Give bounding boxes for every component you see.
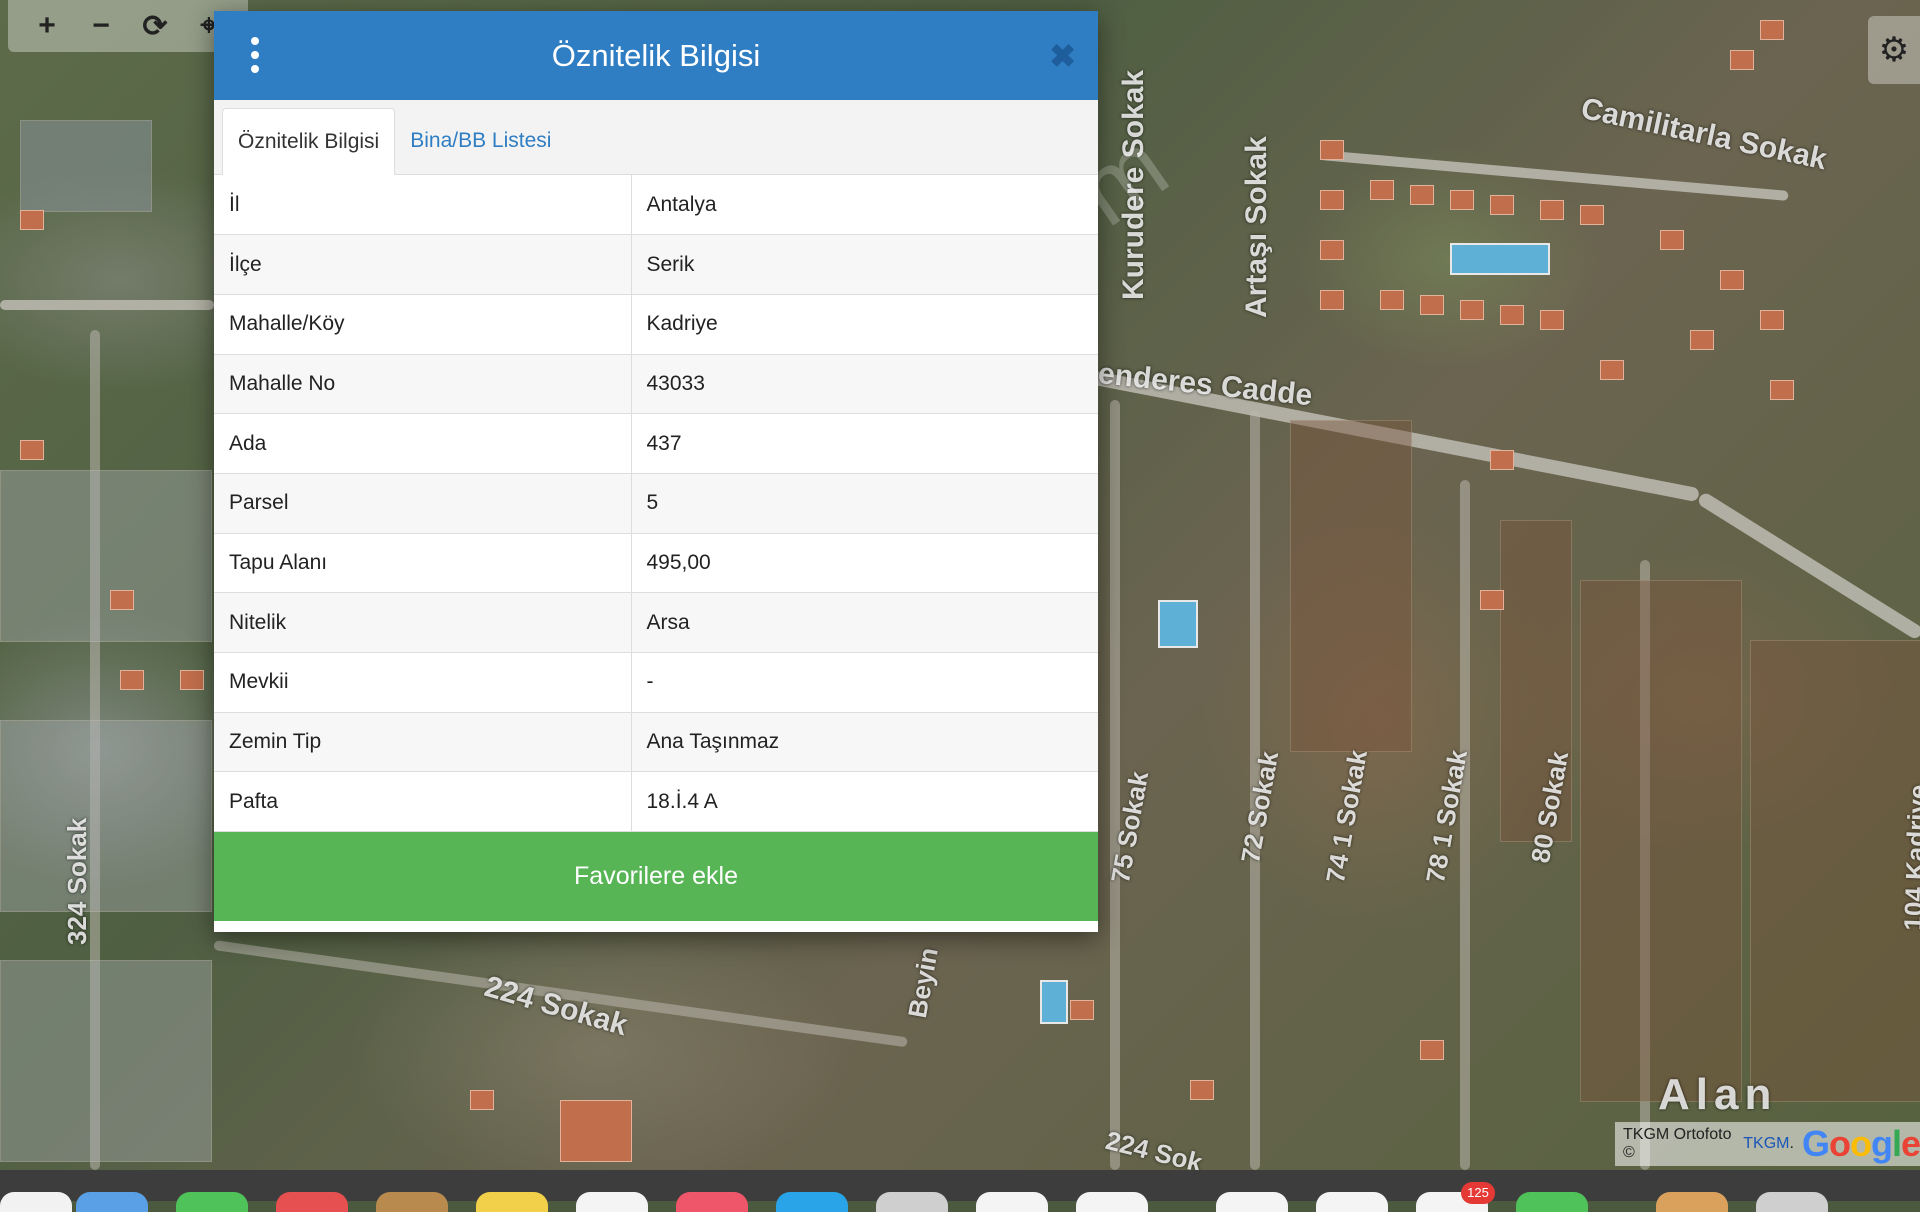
street-label: 74 1 Sokak bbox=[1320, 747, 1373, 886]
street-label: 324 Sokak bbox=[62, 817, 92, 945]
table-row: Tapu Alanı 495,00 bbox=[214, 533, 1098, 594]
dock-app-icon[interactable] bbox=[1756, 1192, 1828, 1212]
table-row: Parsel 5 bbox=[214, 473, 1098, 534]
dialog-title: Öznitelik Bilgisi bbox=[551, 37, 761, 73]
street-label: 72 Sokak bbox=[1235, 748, 1285, 866]
zoom-in-button[interactable]: + bbox=[20, 0, 74, 52]
row-value: 43033 bbox=[631, 354, 1098, 415]
row-value: 5 bbox=[631, 473, 1098, 534]
street-label: 224 Sokak bbox=[480, 970, 632, 1043]
dock-app-icon[interactable] bbox=[1656, 1192, 1728, 1212]
row-key: Parsel bbox=[214, 473, 632, 534]
row-value: 437 bbox=[631, 413, 1098, 474]
row-key: Mahalle/Köy bbox=[214, 294, 632, 355]
dock-app-icon[interactable] bbox=[1516, 1192, 1588, 1212]
row-value: Serik bbox=[631, 234, 1098, 295]
row-value: Kadriye bbox=[631, 294, 1098, 355]
tkgm-link[interactable]: TKGM bbox=[1743, 1135, 1789, 1153]
dock-app-icon[interactable] bbox=[176, 1192, 248, 1212]
row-key: Mahalle No bbox=[214, 354, 632, 415]
row-key: Ada bbox=[214, 413, 632, 474]
table-row: Pafta 18.İ.4 A bbox=[214, 771, 1098, 833]
table-row: İl Antalya bbox=[214, 175, 1098, 236]
gear-icon[interactable]: ⚙ bbox=[1868, 16, 1920, 84]
street-label: Camilitarla Sokak bbox=[1578, 92, 1830, 177]
dock-app-icon[interactable] bbox=[476, 1192, 548, 1212]
street-label: Alan bbox=[1658, 1070, 1778, 1119]
dock-app-icon[interactable] bbox=[776, 1192, 848, 1212]
table-row: Ada 437 bbox=[214, 413, 1098, 474]
attribute-info-dialog: Öznitelik Bilgisi ✖ Öznitelik Bilgisi Bi… bbox=[214, 11, 1098, 932]
dock-app-icon[interactable] bbox=[76, 1192, 148, 1212]
row-value: - bbox=[631, 652, 1098, 713]
attribute-table: İl Antalya İlçe Serik Mahalle/Köy Kadriye M… bbox=[214, 175, 1098, 833]
dock-app-icon[interactable] bbox=[1316, 1192, 1388, 1212]
row-key: Zemin Tip bbox=[214, 712, 632, 773]
row-key: Tapu Alanı bbox=[214, 533, 632, 594]
row-value: 18.İ.4 A bbox=[631, 771, 1098, 833]
tab-building-list[interactable]: Bina/BB Listesi bbox=[395, 107, 566, 174]
dock-app-icon[interactable] bbox=[1216, 1192, 1288, 1212]
map-attribution: TKGM Ortofoto © TKGM. Google bbox=[1615, 1122, 1920, 1166]
dialog-header: Öznitelik Bilgisi ✖ bbox=[214, 11, 1098, 100]
street-label: Artaşı Sokak bbox=[1240, 136, 1273, 318]
tab-attribute-info[interactable]: Öznitelik Bilgisi bbox=[222, 108, 396, 175]
table-row: Mahalle No 43033 bbox=[214, 354, 1098, 415]
table-row: Nitelik Arsa bbox=[214, 592, 1098, 653]
row-key: Mevkii bbox=[214, 652, 632, 713]
table-row: Mahalle/Köy Kadriye bbox=[214, 294, 1098, 355]
table-row: İlçe Serik bbox=[214, 234, 1098, 295]
row-value: 495,00 bbox=[631, 533, 1098, 594]
tab-bar: Öznitelik Bilgisi Bina/BB Listesi bbox=[214, 100, 1098, 175]
dock-app-icon[interactable] bbox=[876, 1192, 948, 1212]
add-to-favorites-button[interactable]: Favorilere ekle bbox=[214, 832, 1098, 922]
more-vertical-icon[interactable] bbox=[250, 37, 260, 73]
close-icon[interactable]: ✖ bbox=[1049, 37, 1076, 75]
street-label: 104 Kadriye bbox=[1898, 784, 1920, 932]
dock-app-icon[interactable] bbox=[576, 1192, 648, 1212]
attribution-text: TKGM Ortofoto © bbox=[1623, 1126, 1732, 1161]
attribution-suffix: . bbox=[1789, 1135, 1794, 1152]
row-value: Arsa bbox=[631, 592, 1098, 653]
refresh-icon[interactable]: ⟳ bbox=[128, 0, 182, 52]
dock-app-icon[interactable] bbox=[376, 1192, 448, 1212]
google-logo: Google bbox=[1801, 1123, 1920, 1164]
dock-app-icon[interactable] bbox=[0, 1192, 72, 1212]
row-value: Ana Taşınmaz bbox=[631, 712, 1098, 773]
dock-app-icon[interactable] bbox=[976, 1192, 1048, 1212]
row-key: Pafta bbox=[214, 771, 632, 833]
street-label: Beyin bbox=[902, 945, 944, 1021]
map-toolbar: + − ⟳ ⌖ bbox=[8, 0, 248, 52]
row-key: İlçe bbox=[214, 234, 632, 295]
table-row: Zemin Tip Ana Taşınmaz bbox=[214, 712, 1098, 773]
row-value: Antalya bbox=[631, 175, 1098, 236]
table-row: Mevkii - bbox=[214, 652, 1098, 713]
row-key: İl bbox=[214, 175, 632, 236]
dock-app-icon[interactable] bbox=[276, 1192, 348, 1212]
row-key: Nitelik bbox=[214, 592, 632, 653]
zoom-out-button[interactable]: − bbox=[74, 0, 128, 52]
dock-app-icon[interactable] bbox=[1076, 1192, 1148, 1212]
dock-app-icon[interactable] bbox=[676, 1192, 748, 1212]
